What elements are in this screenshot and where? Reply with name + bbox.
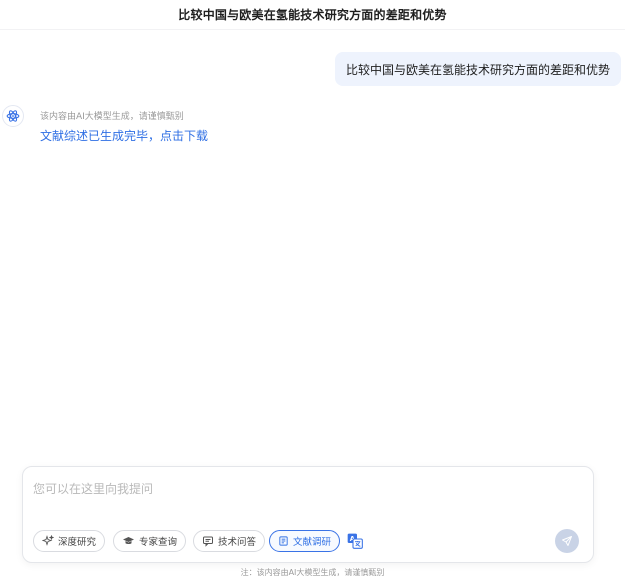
user-message-bubble: 比较中国与欧美在氢能技术研究方面的差距和优势: [334, 52, 621, 86]
document-icon: [279, 536, 288, 546]
message-composer: 深度研究 专家查询 技术问答 文献调研 A: [22, 466, 594, 563]
send-button[interactable]: [555, 529, 579, 553]
mode-label: 深度研究: [58, 537, 97, 548]
mode-expert-query-button[interactable]: 专家查询: [113, 530, 187, 552]
atom-icon: [6, 110, 20, 122]
bot-avatar: [2, 105, 24, 127]
download-literature-review-link[interactable]: 文献综述已生成完毕，点击下载: [40, 127, 208, 144]
user-message-text: 比较中国与欧美在氢能技术研究方面的差距和优势: [345, 62, 610, 77]
mode-literature-survey-button[interactable]: 文献调研: [269, 530, 341, 552]
question-input[interactable]: [33, 479, 573, 499]
mode-tech-qa-button[interactable]: 技术问答: [193, 530, 266, 552]
mode-deep-research-button[interactable]: 深度研究: [33, 530, 106, 552]
graduation-cap-icon: [123, 537, 134, 544]
translate-icon[interactable]: A: [347, 533, 363, 549]
chat-bubble-icon: [203, 536, 213, 547]
chat-header: 比较中国与欧美在氢能技术研究方面的差距和优势: [0, 0, 625, 30]
ai-disclaimer: 该内容由AI大模型生成，请谨慎甄别: [40, 112, 184, 122]
conversation-title: 比较中国与欧美在氢能技术研究方面的差距和优势: [178, 8, 447, 22]
sparkle-icon: [42, 535, 54, 546]
mode-label: 技术问答: [218, 537, 257, 548]
mode-label: 专家查询: [139, 537, 178, 548]
footer-disclaimer: 注：该内容由AI大模型生成，请谨慎甄别: [240, 568, 385, 577]
mode-label: 文献调研: [293, 537, 332, 548]
send-icon: [562, 536, 572, 546]
